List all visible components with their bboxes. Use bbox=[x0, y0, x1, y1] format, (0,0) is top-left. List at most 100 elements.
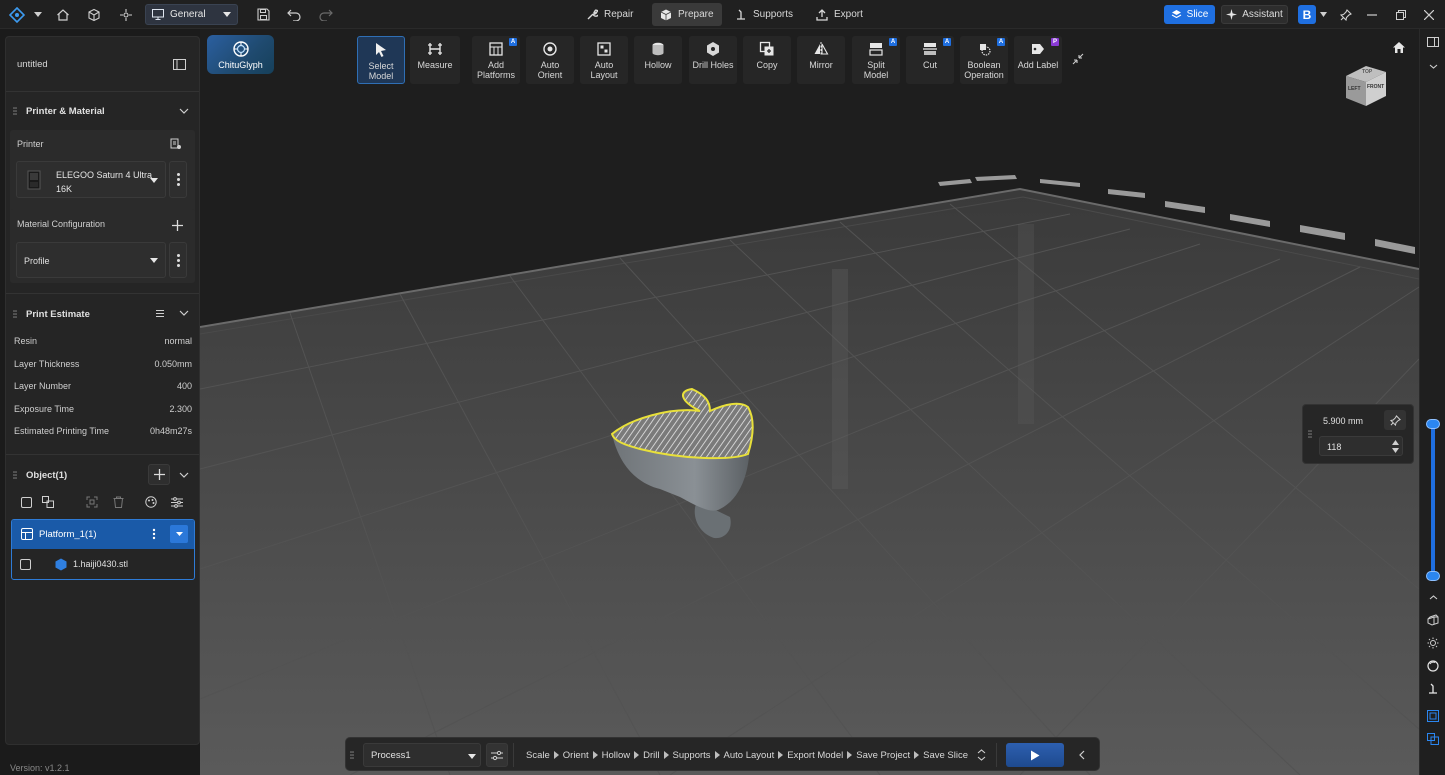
app-menu-chevron-icon[interactable] bbox=[31, 0, 45, 29]
tab-repair[interactable]: Repair bbox=[578, 3, 641, 26]
list-menu-icon[interactable] bbox=[154, 307, 166, 319]
tool-cut[interactable]: A Cut bbox=[906, 36, 954, 84]
step-auto-layout[interactable]: Auto Layout bbox=[724, 750, 775, 761]
sphere-icon[interactable] bbox=[1426, 659, 1440, 673]
boolean-icon bbox=[976, 41, 992, 57]
tool-auto-orient[interactable]: Auto Orient bbox=[526, 36, 574, 84]
store-icon[interactable] bbox=[84, 0, 104, 29]
panel-toggle-icon[interactable] bbox=[1426, 35, 1440, 49]
layer-slider-upper-handle[interactable] bbox=[1426, 419, 1440, 429]
printer-thumbnail-icon bbox=[27, 170, 41, 190]
step-hollow[interactable]: Hollow bbox=[602, 750, 631, 761]
restore-icon[interactable] bbox=[1392, 0, 1410, 29]
printer-select[interactable]: ELEGOO Saturn 4 Ultra 16K bbox=[16, 161, 166, 198]
tab-export[interactable]: Export bbox=[808, 3, 871, 26]
step-supports[interactable]: Supports bbox=[673, 750, 711, 761]
slice-button[interactable]: Slice bbox=[1164, 5, 1215, 24]
platform-more-icon[interactable] bbox=[152, 528, 156, 540]
tool-boolean-operation[interactable]: A Boolean Operation bbox=[960, 36, 1008, 84]
redo-icon[interactable] bbox=[317, 0, 335, 29]
profile-more-icon[interactable] bbox=[169, 242, 187, 278]
drag-handle-icon[interactable] bbox=[13, 471, 17, 479]
add-object-button[interactable] bbox=[148, 464, 170, 485]
app-logo-icon[interactable] bbox=[6, 0, 28, 29]
stepper-down-icon[interactable] bbox=[1392, 448, 1399, 453]
palette-icon[interactable] bbox=[144, 495, 158, 509]
orbit-icon[interactable] bbox=[1426, 636, 1440, 650]
assistant-button[interactable]: Assistant bbox=[1221, 5, 1288, 24]
trash-icon[interactable] bbox=[111, 495, 125, 509]
printer-more-icon[interactable] bbox=[169, 161, 187, 198]
group-icon[interactable] bbox=[41, 495, 55, 509]
support-view-icon[interactable] bbox=[1426, 682, 1440, 696]
tool-split-model[interactable]: A Split Model bbox=[852, 36, 900, 84]
layer-slider-lower-handle[interactable] bbox=[1426, 571, 1440, 581]
collapse-estimate-chevron-icon[interactable] bbox=[177, 307, 191, 319]
platform-row[interactable]: Platform_1(1) bbox=[12, 520, 194, 549]
workspace-select[interactable]: General bbox=[145, 4, 238, 25]
tool-select-model[interactable]: Select Model bbox=[357, 36, 405, 84]
sidebar-toggle-icon[interactable] bbox=[171, 56, 187, 72]
account-button[interactable]: B bbox=[1298, 5, 1316, 24]
tab-prepare[interactable]: Prepare bbox=[652, 3, 722, 26]
tool-drill-holes[interactable]: Drill Holes bbox=[689, 36, 737, 84]
process-settings-button[interactable] bbox=[486, 743, 508, 767]
tab-supports[interactable]: Supports bbox=[727, 3, 801, 26]
scroll-up-chevron-icon[interactable] bbox=[1426, 59, 1440, 73]
cube-view-icon[interactable] bbox=[1426, 613, 1440, 627]
stepper-up-icon[interactable] bbox=[1392, 440, 1399, 445]
network-icon[interactable] bbox=[116, 0, 136, 29]
collapse-objects-chevron-icon[interactable] bbox=[177, 469, 191, 481]
pin-icon[interactable] bbox=[1337, 0, 1355, 29]
layer-slider-track[interactable] bbox=[1431, 424, 1435, 576]
tool-auto-layout[interactable]: Auto Layout bbox=[580, 36, 628, 84]
collapse-bar-chevron-icon[interactable] bbox=[1074, 746, 1090, 764]
filter-settings-icon[interactable] bbox=[170, 495, 184, 509]
collapse-printer-chevron-icon[interactable] bbox=[177, 105, 191, 117]
tool-mirror[interactable]: Mirror bbox=[797, 36, 845, 84]
undo-icon[interactable] bbox=[285, 0, 303, 29]
copy-view-icon[interactable] bbox=[1426, 732, 1440, 746]
3d-viewport[interactable]: FRONT LEFT TOP bbox=[200, 29, 1419, 775]
minimize-icon[interactable] bbox=[1363, 0, 1381, 29]
tool-copy[interactable]: Copy bbox=[743, 36, 791, 84]
step-save-slice[interactable]: Save Slice bbox=[923, 750, 968, 761]
object-row[interactable]: 1.haiji0430.stl bbox=[12, 550, 194, 579]
tool-hollow[interactable]: Hollow bbox=[634, 36, 682, 84]
collapse-toolbar-icon[interactable] bbox=[1070, 51, 1086, 67]
scroll-up-icon[interactable] bbox=[1426, 590, 1440, 604]
drag-handle-icon[interactable] bbox=[13, 310, 17, 318]
view-cube[interactable]: FRONT LEFT TOP bbox=[1342, 62, 1392, 110]
step-drill[interactable]: Drill bbox=[643, 750, 659, 761]
profile-select[interactable]: Profile bbox=[16, 242, 166, 278]
layer-height-value: 5.900 mm bbox=[1323, 416, 1364, 426]
printer-settings-icon[interactable] bbox=[169, 137, 183, 151]
tool-add-label[interactable]: P Add Label bbox=[1014, 36, 1062, 84]
platform-expand-chevron-icon[interactable] bbox=[170, 525, 188, 543]
drag-handle-icon[interactable] bbox=[350, 743, 358, 767]
home-icon[interactable] bbox=[53, 0, 73, 29]
process-select[interactable]: Process1 bbox=[363, 743, 481, 767]
drag-handle-icon[interactable] bbox=[13, 107, 17, 115]
chituglyph-button[interactable]: ChituGlyph bbox=[207, 35, 274, 74]
account-chevron-icon[interactable] bbox=[1318, 0, 1328, 29]
step-export-model[interactable]: Export Model bbox=[787, 750, 843, 761]
object-checkbox[interactable] bbox=[20, 559, 31, 570]
step-orient[interactable]: Orient bbox=[563, 750, 589, 761]
tool-measure[interactable]: Measure bbox=[410, 36, 460, 84]
select-all-checkbox[interactable] bbox=[19, 495, 33, 509]
step-save-project[interactable]: Save Project bbox=[856, 750, 910, 761]
close-icon[interactable] bbox=[1420, 0, 1438, 29]
frame-view-icon[interactable] bbox=[1426, 709, 1440, 723]
home-view-icon[interactable] bbox=[1391, 39, 1407, 55]
drag-handle-icon[interactable] bbox=[1308, 430, 1312, 438]
fit-icon[interactable] bbox=[85, 495, 99, 509]
save-icon[interactable] bbox=[254, 0, 272, 29]
add-material-icon[interactable] bbox=[170, 218, 184, 232]
pin-layer-button[interactable] bbox=[1384, 410, 1406, 430]
step-scale[interactable]: Scale bbox=[526, 750, 550, 761]
expand-vertical-icon[interactable] bbox=[974, 746, 988, 764]
run-process-button[interactable] bbox=[1006, 743, 1064, 767]
tool-add-platforms[interactable]: A Add Platforms bbox=[472, 36, 520, 84]
layer-number-input[interactable]: 118 bbox=[1319, 436, 1403, 456]
